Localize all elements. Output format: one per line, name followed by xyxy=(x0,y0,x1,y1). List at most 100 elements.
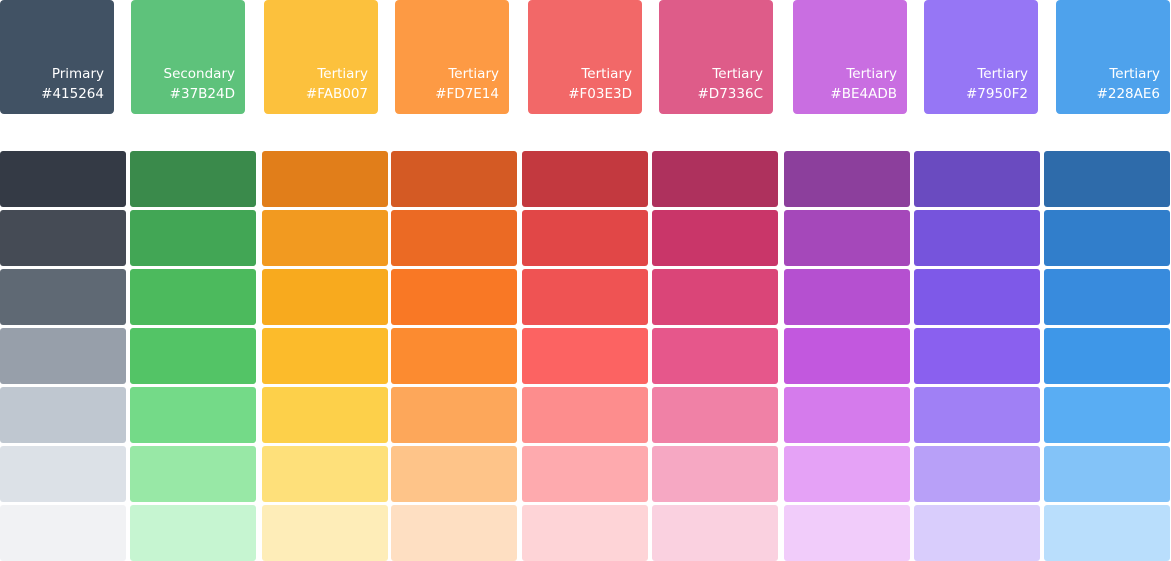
shade-cell xyxy=(391,446,517,502)
shade-column-2 xyxy=(130,151,256,561)
swatch-label: Tertiary xyxy=(317,66,368,82)
shade-cell xyxy=(391,387,517,443)
shade-cell xyxy=(1044,151,1170,207)
color-swatch-6: Tertiary #D7336C xyxy=(659,0,773,114)
shade-cell xyxy=(130,328,256,384)
color-swatch-9: Tertiary #228AE6 xyxy=(1056,0,1170,114)
swatch-hex-code: #228AE6 xyxy=(1096,86,1160,102)
main-swatch-row: Primary #415264 Secondary #37B24D Tertiary #F… xyxy=(0,0,1171,114)
shade-cell xyxy=(1044,328,1170,384)
swatch-label: Primary xyxy=(51,66,104,82)
shade-cell xyxy=(1044,210,1170,266)
shade-cell xyxy=(1044,505,1170,561)
shade-column-4 xyxy=(391,151,517,561)
shade-cell xyxy=(652,446,778,502)
swatch-hex-code: #7950F2 xyxy=(965,86,1028,102)
shade-cell xyxy=(1044,387,1170,443)
color-swatch-4: Tertiary #FD7E14 xyxy=(395,0,509,114)
swatch-label: Secondary xyxy=(163,66,236,82)
shade-column-5 xyxy=(522,151,648,561)
shade-column-7 xyxy=(784,151,910,561)
shade-cell xyxy=(262,269,388,325)
color-swatch-5: Tertiary #F03E3D xyxy=(528,0,642,114)
shade-column-3 xyxy=(262,151,388,561)
shade-cell xyxy=(391,151,517,207)
shade-cell xyxy=(522,151,648,207)
shade-cell xyxy=(262,505,388,561)
shade-cell xyxy=(0,328,126,384)
shade-cell xyxy=(652,151,778,207)
shade-cell xyxy=(914,328,1040,384)
shade-cell xyxy=(262,387,388,443)
shade-cell xyxy=(652,269,778,325)
shade-column-8 xyxy=(914,151,1040,561)
shade-cell xyxy=(262,210,388,266)
shade-cell xyxy=(914,387,1040,443)
color-swatch-7: Tertiary #BE4ADB xyxy=(793,0,907,114)
shade-cell xyxy=(522,505,648,561)
swatch-label: Tertiary xyxy=(712,66,763,82)
shade-cell xyxy=(0,151,126,207)
shade-cell xyxy=(130,505,256,561)
shade-cell xyxy=(262,446,388,502)
shade-cell xyxy=(914,505,1040,561)
swatch-hex-code: #FD7E14 xyxy=(435,86,499,102)
shade-cell xyxy=(522,446,648,502)
shade-cell xyxy=(1044,269,1170,325)
color-swatch-2: Secondary #37B24D xyxy=(131,0,245,114)
swatch-label: Tertiary xyxy=(1109,66,1160,82)
shade-cell xyxy=(784,210,910,266)
shade-column-6 xyxy=(652,151,778,561)
shade-cell xyxy=(130,269,256,325)
swatch-hex-code: #BE4ADB xyxy=(830,86,897,102)
shade-cell xyxy=(652,210,778,266)
shade-cell xyxy=(1044,446,1170,502)
shade-cell xyxy=(784,151,910,207)
swatch-label: Tertiary xyxy=(977,66,1028,82)
shade-cell xyxy=(784,387,910,443)
shade-cell xyxy=(0,446,126,502)
swatch-hex-code: #D7336C xyxy=(697,86,764,102)
shade-cell xyxy=(652,387,778,443)
shade-cell xyxy=(130,210,256,266)
shade-cell xyxy=(391,210,517,266)
shade-cell xyxy=(914,210,1040,266)
shade-cell xyxy=(0,210,126,266)
shade-cell xyxy=(522,269,648,325)
shade-cell xyxy=(914,269,1040,325)
shade-cell xyxy=(652,505,778,561)
shade-cell xyxy=(784,446,910,502)
shade-cell xyxy=(0,269,126,325)
shade-cell xyxy=(391,328,517,384)
shade-cell xyxy=(391,269,517,325)
shade-cell xyxy=(391,505,517,561)
color-swatch-8: Tertiary #7950F2 xyxy=(924,0,1038,114)
swatch-label: Tertiary xyxy=(846,66,897,82)
swatch-hex-code: #415264 xyxy=(41,86,104,102)
swatch-hex-code: #37B24D xyxy=(169,86,235,102)
shade-cell xyxy=(914,446,1040,502)
shade-cell xyxy=(262,151,388,207)
shade-cell xyxy=(130,151,256,207)
shade-cell xyxy=(130,387,256,443)
swatch-hex-code: #F03E3D xyxy=(568,86,632,102)
shade-cell xyxy=(522,210,648,266)
shade-cell xyxy=(0,505,126,561)
swatch-label: Tertiary xyxy=(581,66,632,82)
shade-cell xyxy=(522,328,648,384)
shade-cell xyxy=(522,387,648,443)
swatch-hex-code: #FAB007 xyxy=(305,86,368,102)
shade-cell xyxy=(262,328,388,384)
color-swatch-3: Tertiary #FAB007 xyxy=(264,0,378,114)
shade-column-9 xyxy=(1044,151,1170,561)
shade-column-1 xyxy=(0,151,126,561)
shade-cell xyxy=(784,269,910,325)
swatch-label: Tertiary xyxy=(448,66,499,82)
shade-cell xyxy=(652,328,778,384)
shade-cell xyxy=(0,387,126,443)
shade-grid xyxy=(0,151,1171,561)
shade-cell xyxy=(130,446,256,502)
shade-cell xyxy=(784,328,910,384)
shade-cell xyxy=(784,505,910,561)
shade-cell xyxy=(914,151,1040,207)
